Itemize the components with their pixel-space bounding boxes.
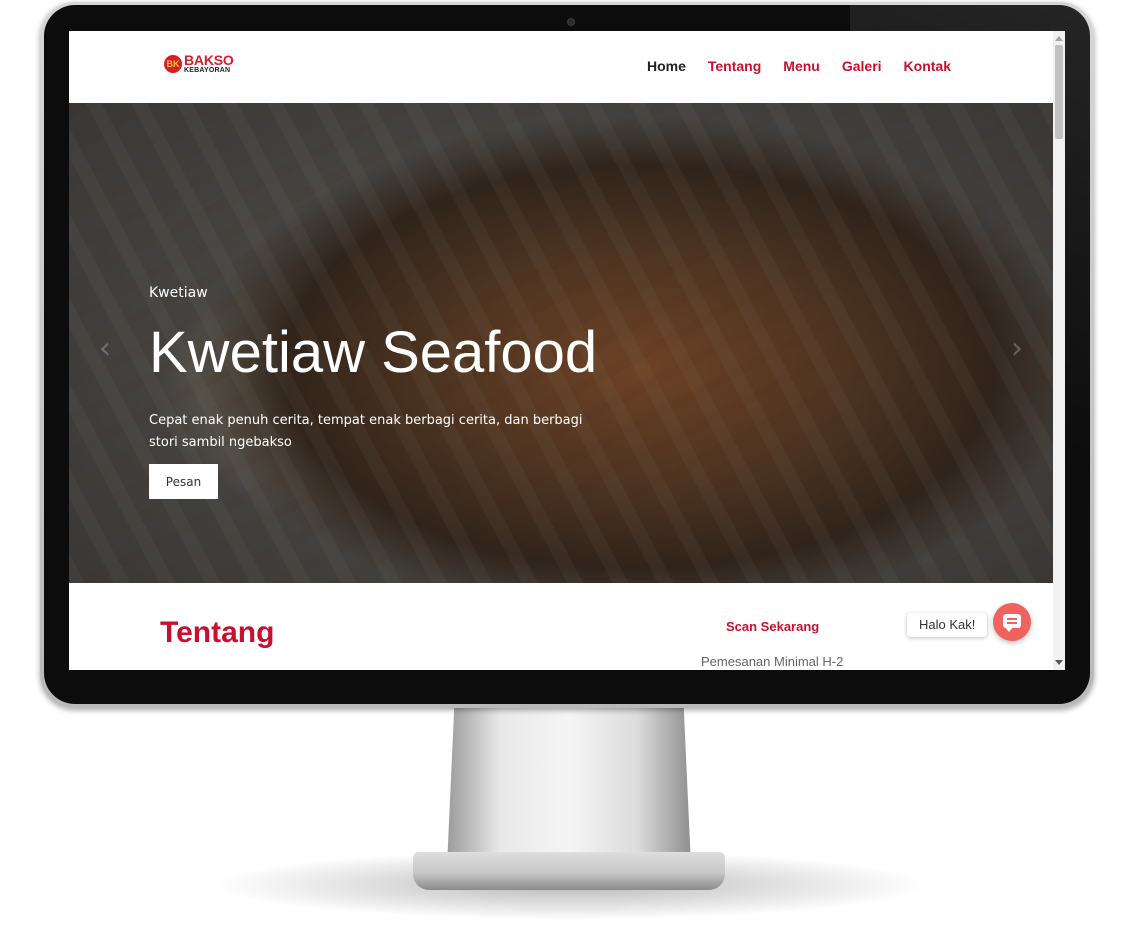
site-header: BK BAKSO KEBAYORAN Home Tentang Menu Gal… xyxy=(69,31,1053,103)
logo-text: BAKSO KEBAYORAN xyxy=(184,53,234,74)
chevron-left-icon[interactable]: ‹ xyxy=(99,331,111,366)
hero-kicker: Kwetiaw xyxy=(149,285,208,301)
browser-viewport: BK BAKSO KEBAYORAN Home Tentang Menu Gal… xyxy=(69,31,1065,670)
nav-item-galeri[interactable]: Galeri xyxy=(842,58,882,74)
logo-main-text: BAKSO xyxy=(184,52,234,68)
nav-item-tentang[interactable]: Tentang xyxy=(708,58,761,74)
chevron-right-icon[interactable]: › xyxy=(1011,331,1023,366)
nav-item-kontak[interactable]: Kontak xyxy=(904,58,951,74)
scrollbar-thumb[interactable] xyxy=(1055,45,1063,139)
chat-greeting-bubble[interactable]: Halo Kak! xyxy=(907,613,988,637)
nav-item-home[interactable]: Home xyxy=(647,58,686,74)
vertical-scrollbar[interactable] xyxy=(1053,31,1065,670)
scroll-down-arrow-icon[interactable] xyxy=(1055,660,1063,665)
hero-description: Cepat enak penuh cerita, tempat enak ber… xyxy=(149,413,583,450)
hero-carousel: ‹ › Kwetiaw Kwetiaw Seafood Cepat enak p… xyxy=(69,103,1053,583)
brand-logo[interactable]: BK BAKSO KEBAYORAN xyxy=(164,53,234,74)
logo-sub-text: KEBAYORAN xyxy=(184,67,231,74)
order-minimum-note: Pemesanan Minimal H-2 xyxy=(701,654,844,669)
main-nav: Home Tentang Menu Galeri Kontak xyxy=(647,58,951,74)
chat-button[interactable] xyxy=(993,603,1031,641)
scroll-up-arrow-icon[interactable] xyxy=(1055,36,1063,41)
logo-badge-icon: BK xyxy=(164,54,182,73)
about-section-title: Tentang xyxy=(160,616,275,649)
hero-title: Kwetiaw Seafood xyxy=(149,320,598,385)
chat-icon xyxy=(1003,614,1021,632)
monitor-stand-neck xyxy=(447,706,691,866)
order-button[interactable]: Pesan xyxy=(149,464,218,499)
camera-icon xyxy=(567,18,575,26)
nav-item-menu[interactable]: Menu xyxy=(783,58,820,74)
scan-now-title: Scan Sekarang xyxy=(726,619,820,634)
monitor-stand-base xyxy=(413,852,725,890)
